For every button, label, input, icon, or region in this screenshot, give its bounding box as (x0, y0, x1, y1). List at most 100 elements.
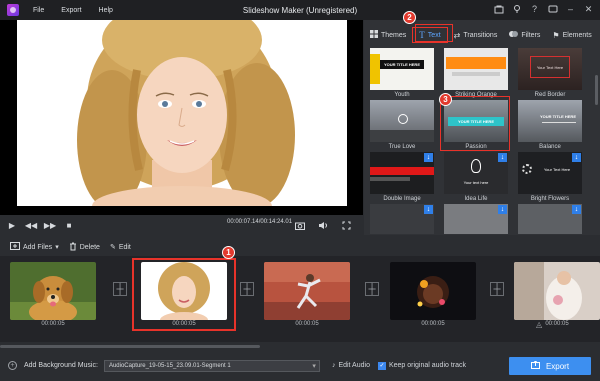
tab-label: Elements (562, 31, 592, 39)
help-icon[interactable]: ? (529, 3, 540, 15)
feedback-icon[interactable] (547, 3, 558, 15)
transition-slot[interactable]: ┼ (240, 282, 254, 296)
template-idea-life[interactable]: Your text here ↓ Idea Life (444, 152, 508, 202)
clip-dog[interactable] (10, 262, 96, 320)
clip-duration: 00:00:05 (295, 321, 319, 327)
template-partial[interactable]: ↓ (370, 204, 434, 234)
chevron-down-icon: ▾ (312, 362, 316, 370)
template-overlay-text: Your Text Here (530, 56, 570, 78)
template-partial[interactable]: ↓ (444, 204, 508, 234)
audio-edit-icon: ♪ (331, 362, 336, 369)
template-thumbnail: ↓ (370, 152, 434, 194)
template-label: Balance (539, 144, 561, 150)
volume-icon[interactable] (316, 218, 330, 232)
playback-controls: ▶ ◀◀ ▶▶ ■ 00:00:07.14/00:14:24.01 (0, 215, 363, 235)
clip-duration: 00:00:05 (41, 321, 65, 327)
next-icon[interactable]: ▶▶ (43, 218, 57, 232)
play-icon[interactable]: ▶ (5, 218, 19, 232)
template-thumbnail: Your Text Here (518, 48, 582, 90)
edit-button[interactable]: ✎ Edit (110, 243, 131, 252)
preview-area (0, 20, 363, 233)
export-icon (530, 360, 540, 371)
template-balance[interactable]: YOUR TITLE HERE Balance (518, 100, 582, 150)
template-bright-flowers[interactable]: Your Text Here ↓ Bright Flowers (518, 152, 582, 202)
export-button[interactable]: Export (509, 357, 591, 375)
bottom-bar: + Add Background Music: AudioCapture_19-… (0, 350, 600, 381)
template-thumbnail: Your text here ↓ (444, 152, 508, 194)
menu-bar: File Export Help (33, 7, 113, 14)
template-overlay-text: YOUR TITLE HERE (539, 113, 576, 119)
menu-file[interactable]: File (33, 7, 44, 14)
transition-slot[interactable]: ┼ (365, 282, 379, 296)
template-overlay-text: YOUR TITLE HERE (380, 60, 424, 69)
export-label: Export (545, 361, 570, 371)
tab-label: Transitions (463, 31, 498, 39)
template-striking-orange[interactable]: Striking Orange (444, 48, 508, 98)
tab-elements[interactable]: ⚑ Elements (546, 27, 597, 43)
template-label: Double Image (383, 196, 421, 202)
snapshot-icon[interactable] (293, 218, 307, 232)
template-true-love[interactable]: True Love (370, 100, 434, 150)
template-thumbnail: ↓ (518, 204, 582, 234)
template-label: True Love (388, 144, 416, 150)
tab-transitions[interactable]: ⇄ Transitions (448, 27, 504, 43)
template-thumbnail: YOUR TITLE HERE (370, 48, 434, 90)
close-icon[interactable]: ✕ (583, 3, 594, 15)
download-icon[interactable]: ↓ (572, 153, 581, 162)
clip-bride[interactable] (514, 262, 600, 320)
callout-badge: 2 (403, 11, 416, 24)
edit-label: Edit (118, 243, 131, 251)
template-red-border[interactable]: Your Text Here Red Border (518, 48, 582, 98)
clip-duration: 00:00:05 (545, 321, 569, 327)
cart-icon[interactable] (493, 3, 504, 15)
callout-badge: 3 (439, 93, 452, 106)
app-logo-icon (7, 4, 19, 16)
edit-audio-label: Edit Audio (338, 362, 370, 369)
download-icon[interactable]: ↓ (424, 205, 433, 214)
register-icon[interactable] (511, 3, 522, 15)
callout-badge: 1 (222, 246, 235, 259)
grid-icon (370, 30, 378, 40)
selected-clip-frame (132, 258, 236, 331)
tab-filters[interactable]: Filters (503, 27, 546, 43)
template-thumbnail (444, 48, 508, 90)
previous-icon[interactable]: ◀◀ (24, 218, 38, 232)
fullscreen-icon[interactable] (339, 218, 353, 232)
template-label: Youth (394, 92, 410, 98)
download-icon[interactable]: ↓ (498, 205, 507, 214)
template-double-image[interactable]: ↓ Double Image (370, 152, 434, 202)
transition-slot[interactable]: ┼ (113, 282, 127, 296)
elements-icon: ⚑ (552, 30, 560, 40)
download-icon[interactable]: ↓ (572, 205, 581, 214)
timeline: 00:00:05 ┼ 00:00:05 ┼ 00:00:05 ┼ 00:00:0… (0, 256, 600, 348)
minimize-icon[interactable]: – (565, 3, 576, 15)
template-partial[interactable]: ↓ (518, 204, 582, 234)
transition-slot[interactable]: ┼ (490, 282, 504, 296)
keep-audio-toggle[interactable]: ✓ Keep original audio track (377, 361, 466, 370)
add-files-label: Add Files (23, 243, 53, 251)
music-add-icon[interactable]: + (8, 361, 17, 370)
template-youth[interactable]: YOUR TITLE HERE Youth (370, 48, 434, 98)
background-music-select[interactable]: AudioCapture_19-05-15_23.09.01-Segment 1… (103, 359, 320, 372)
edit-audio-button[interactable]: ♪ Edit Audio (332, 362, 370, 369)
stop-icon[interactable]: ■ (62, 218, 76, 232)
menu-help[interactable]: Help (99, 7, 113, 14)
delete-button[interactable]: Delete (69, 242, 100, 253)
template-thumbnail: Your Text Here ↓ (518, 152, 582, 194)
template-overlay-text: Your Text Here (543, 166, 571, 172)
timeline-scrollbar[interactable] (0, 345, 260, 348)
clip-dancer[interactable] (264, 262, 350, 320)
menu-export[interactable]: Export (61, 7, 81, 14)
clip-night-portrait[interactable] (390, 262, 476, 320)
mute-icon[interactable]: ◬ (536, 320, 542, 329)
transitions-icon: ⇄ (453, 30, 461, 40)
add-files-button[interactable]: Add Files ▾ (10, 242, 59, 252)
download-icon[interactable]: ↓ (424, 153, 433, 162)
tab-themes[interactable]: Themes (364, 27, 412, 43)
panel-scrollbar[interactable] (595, 75, 598, 105)
window-controls: ? – ✕ (493, 3, 594, 15)
clip-duration: 00:00:05 (421, 321, 445, 327)
checkbox-checked-icon[interactable]: ✓ (377, 361, 386, 370)
download-icon[interactable]: ↓ (498, 153, 507, 162)
filters-icon (509, 30, 519, 40)
